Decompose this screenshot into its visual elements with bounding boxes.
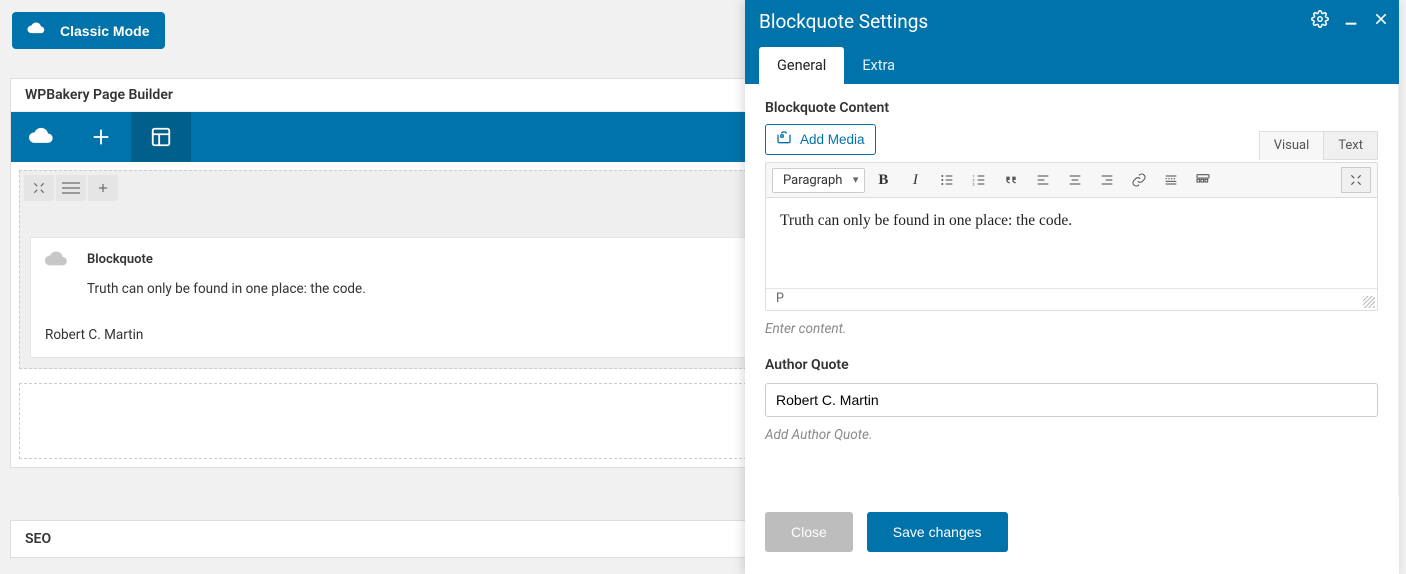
- minimize-icon[interactable]: [1343, 11, 1359, 27]
- bullet-list-button[interactable]: [933, 167, 961, 193]
- row-drag-handle[interactable]: [56, 175, 86, 201]
- rich-editor: Paragraph B I 123 Truth can only be foun…: [765, 162, 1378, 311]
- close-icon[interactable]: [1373, 11, 1389, 27]
- content-field-label: Blockquote Content: [765, 100, 1378, 116]
- author-hint: Add Author Quote.: [765, 427, 1378, 443]
- align-center-button[interactable]: [1061, 167, 1089, 193]
- align-right-button[interactable]: [1093, 167, 1121, 193]
- italic-button[interactable]: I: [901, 167, 929, 193]
- row-add-handle[interactable]: [88, 175, 118, 201]
- modal-footer: Close Save changes: [745, 496, 1399, 574]
- link-button[interactable]: [1125, 167, 1153, 193]
- toolbar-add-button[interactable]: [71, 112, 131, 162]
- classic-mode-label: Classic Mode: [60, 23, 149, 39]
- author-field-label: Author Quote: [765, 357, 1378, 373]
- align-left-button[interactable]: [1029, 167, 1057, 193]
- toolbar-template-button[interactable]: [131, 112, 191, 162]
- blockquote-element-icon: [43, 250, 69, 272]
- content-hint: Enter content.: [765, 321, 1378, 337]
- editor-tab-visual[interactable]: Visual: [1259, 131, 1325, 160]
- fullscreen-button[interactable]: [1341, 167, 1371, 193]
- modal-body: Blockquote Content Add Media Visual Text…: [745, 84, 1399, 496]
- editor-status-path: P: [766, 288, 1377, 310]
- save-button[interactable]: Save changes: [867, 512, 1008, 552]
- modal-header: Blockquote Settings General Extra: [745, 0, 1399, 84]
- resize-grip[interactable]: [1363, 296, 1375, 308]
- classic-mode-button[interactable]: Classic Mode: [12, 12, 165, 49]
- tab-general[interactable]: General: [759, 47, 844, 84]
- settings-modal: Blockquote Settings General Extra Blockq…: [745, 0, 1399, 574]
- author-input[interactable]: [765, 383, 1378, 417]
- add-media-button[interactable]: Add Media: [765, 124, 876, 155]
- bold-button[interactable]: B: [869, 167, 897, 193]
- toolbar-logo-button[interactable]: [11, 112, 71, 162]
- tab-extra[interactable]: Extra: [844, 47, 913, 84]
- toolbar-toggle-button[interactable]: [1189, 167, 1217, 193]
- add-media-label: Add Media: [800, 132, 865, 147]
- svg-text:3: 3: [973, 181, 975, 186]
- insert-more-button[interactable]: [1157, 167, 1185, 193]
- close-button[interactable]: Close: [765, 512, 853, 552]
- row-expand-handle[interactable]: [24, 175, 54, 201]
- numbered-list-button[interactable]: 123: [965, 167, 993, 193]
- gear-icon[interactable]: [1311, 10, 1329, 28]
- modal-title: Blockquote Settings: [759, 10, 1385, 47]
- modal-tabs: General Extra: [759, 47, 1385, 84]
- media-icon: [776, 130, 792, 149]
- paragraph-select[interactable]: Paragraph: [772, 168, 865, 193]
- cloud-icon: [26, 22, 46, 39]
- blockquote-button[interactable]: [997, 167, 1025, 193]
- editor-textarea[interactable]: Truth can only be found in one place: th…: [766, 198, 1377, 288]
- editor-tab-text[interactable]: Text: [1323, 131, 1378, 160]
- editor-toolbar: Paragraph B I 123: [766, 163, 1377, 198]
